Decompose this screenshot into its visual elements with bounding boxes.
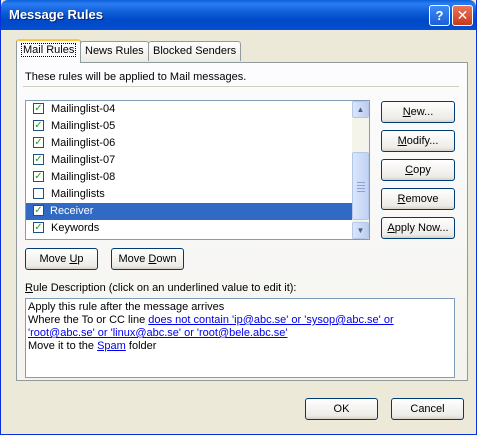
btn-text: Move	[39, 253, 70, 265]
btn-text: opy	[413, 164, 431, 176]
btn-text: emove	[405, 193, 439, 205]
new-button[interactable]: New...	[381, 101, 455, 123]
btn-accel: A	[387, 222, 395, 234]
rule-checkbox[interactable]	[33, 188, 44, 199]
tab-label: News Rules	[85, 45, 144, 57]
scroll-up-icon[interactable]: ▲	[352, 101, 369, 118]
move-up-button[interactable]: Move Up	[25, 248, 98, 270]
list-item-selected[interactable]: ✓ Receiver	[26, 203, 352, 220]
cancel-button[interactable]: Cancel	[391, 398, 464, 420]
list-item[interactable]: ✓ Mailinglist-08	[26, 169, 352, 186]
desc-text: folder	[125, 340, 157, 352]
grip-line	[357, 188, 365, 189]
condition-link[interactable]: does not contain 'ip@abc.se' or 'sysop@a…	[148, 314, 393, 326]
tab-label: Blocked Senders	[153, 45, 237, 57]
list-item[interactable]: ✓ Mailinglist-05	[26, 118, 352, 135]
copy-button[interactable]: Copy	[381, 159, 455, 181]
list-item[interactable]: ✓ Mailinglist-06	[26, 135, 352, 152]
title-bar[interactable]: Message Rules ? ✕	[1, 0, 476, 30]
rule-label: Mailinglist-06	[51, 137, 116, 149]
remove-button[interactable]: Remove	[381, 188, 455, 210]
rule-checkbox[interactable]: ✓	[33, 103, 44, 114]
rule-label: Mailinglist-08	[51, 171, 116, 183]
scrollbar-thumb[interactable]	[352, 152, 369, 220]
btn-accel: M	[397, 135, 407, 147]
tab-news-rules[interactable]: News Rules	[80, 41, 149, 61]
rule-label: Receiver	[50, 205, 94, 217]
label-accel: R	[25, 282, 33, 294]
message-rules-dialog: Message Rules ? ✕ Mail Rules News Rules …	[0, 0, 477, 435]
rule-label: Mailinglists	[51, 188, 105, 200]
btn-accel: N	[402, 106, 411, 118]
grip-line	[357, 191, 365, 192]
btn-accel: C	[405, 164, 414, 176]
btn-text: Move	[118, 253, 149, 265]
btn-text: p	[77, 253, 84, 265]
label-text: ule Description (click on an underlined …	[32, 282, 297, 294]
desc-line-4: Move it to the Spam folder	[28, 340, 452, 353]
rules-list[interactable]: ✓ Mailinglist-04 ✓ Mailinglist-05 ✓ Mail…	[25, 100, 370, 240]
rule-checkbox[interactable]: ✓	[33, 120, 44, 131]
modify-button[interactable]: Modify...	[381, 130, 455, 152]
condition-link[interactable]: 'root@abc.se' or 'linux@abc.se' or 'root…	[28, 327, 288, 339]
panel-header: These rules will be applied to Mail mess…	[25, 71, 247, 83]
rule-checkbox[interactable]: ✓	[33, 205, 44, 216]
rule-description-label: Rule Description (click on an underlined…	[25, 282, 296, 294]
apply-now-button[interactable]: Apply Now...	[381, 217, 455, 239]
btn-text: ew...	[410, 106, 434, 118]
ok-button[interactable]: OK	[305, 398, 378, 420]
desc-line-2: Where the To or CC line does not contain…	[28, 314, 452, 327]
list-item[interactable]: ✓ Mailinglist-07	[26, 152, 352, 169]
desc-text: Where the To or CC line	[28, 314, 149, 326]
tab-label: Mail Rules	[21, 43, 77, 57]
btn-text: own	[156, 253, 177, 265]
rule-description-box[interactable]: Apply this rule after the message arrive…	[25, 298, 455, 378]
rule-label: Mailinglist-07	[51, 154, 116, 166]
list-item[interactable]: ✓ Mailinglist-04	[26, 101, 352, 118]
rule-checkbox[interactable]: ✓	[33, 154, 44, 165]
rule-label: Mailinglist-05	[51, 120, 116, 132]
rule-label: Keywords	[51, 222, 100, 234]
btn-text: odify...	[406, 135, 439, 147]
rule-checkbox[interactable]: ✓	[33, 222, 44, 233]
tab-mail-rules[interactable]: Mail Rules	[16, 39, 82, 63]
list-item[interactable]: Mailinglists	[26, 186, 352, 203]
rule-checkbox[interactable]: ✓	[33, 171, 44, 182]
scroll-down-icon[interactable]: ▼	[352, 222, 369, 239]
rules-scrollbar[interactable]: ▲ ▼	[352, 101, 369, 239]
desc-line-3: 'root@abc.se' or 'linux@abc.se' or 'root…	[28, 327, 452, 340]
move-down-button[interactable]: Move Down	[111, 248, 184, 270]
close-button[interactable]: ✕	[452, 5, 473, 26]
grip-line	[357, 185, 365, 186]
desc-text: Move it to the	[28, 340, 98, 352]
list-item[interactable]: ✓ Keywords	[26, 220, 352, 237]
folder-link[interactable]: Spam	[97, 340, 126, 352]
rule-checkbox[interactable]: ✓	[33, 137, 44, 148]
rule-label: Mailinglist-04	[51, 103, 116, 115]
tab-blocked-senders[interactable]: Blocked Senders	[148, 41, 242, 61]
btn-text: pply Now...	[394, 222, 449, 234]
desc-line-1: Apply this rule after the message arrive…	[28, 301, 225, 313]
window-title: Message Rules	[9, 7, 103, 22]
grip-line	[357, 182, 365, 183]
help-button[interactable]: ?	[429, 5, 450, 26]
